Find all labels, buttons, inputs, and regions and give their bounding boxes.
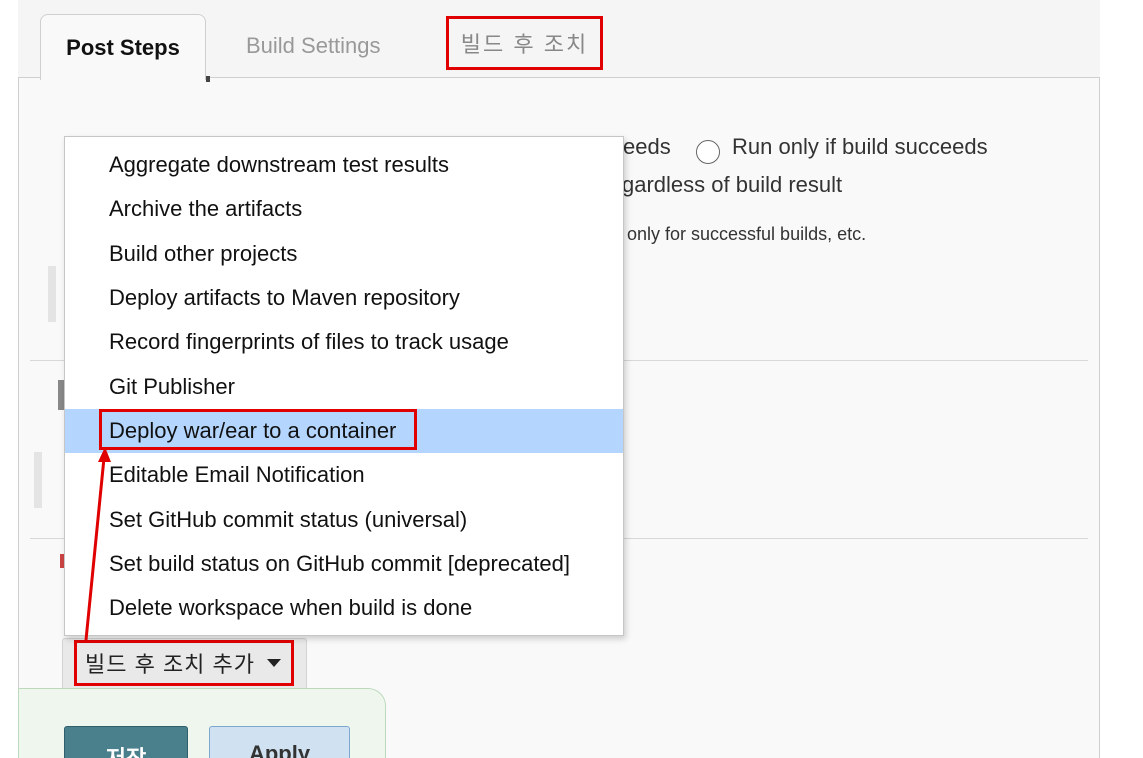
add-post-build-action-label: 빌드 후 조치 추가 — [85, 652, 256, 677]
radio-icon[interactable] — [696, 140, 720, 164]
chevron-down-icon — [267, 659, 282, 667]
add-post-build-action-button[interactable]: 빌드 후 조치 추가 — [74, 640, 294, 686]
apply-button[interactable]: Apply — [209, 726, 350, 758]
help-text-partial: only for successful builds, etc. — [627, 224, 867, 244]
menu-item-aggregate-test-results[interactable]: Aggregate downstream test results — [65, 143, 623, 187]
menu-item-github-commit-status[interactable]: Set GitHub commit status (universal) — [65, 497, 623, 541]
post-build-actions-menu: Aggregate downstream test results Archiv… — [64, 136, 624, 636]
menu-item-build-other-projects[interactable]: Build other projects — [65, 232, 623, 276]
radio-label-regardless-partial: gardless of build result — [622, 172, 843, 197]
menu-item-archive-artifacts[interactable]: Archive the artifacts — [65, 187, 623, 231]
menu-item-deploy-maven[interactable]: Deploy artifacts to Maven repository — [65, 276, 623, 320]
radio-label-run-if-success: Run only if build succeeds — [732, 134, 988, 159]
tab-post-build-actions[interactable]: 빌드 후 조치 — [446, 16, 603, 70]
tab-marker — [206, 76, 210, 82]
menu-item-email-notification[interactable]: Editable Email Notification — [65, 453, 623, 497]
tab-build-settings[interactable]: Build Settings — [246, 14, 381, 78]
section-gutter — [48, 266, 56, 322]
menu-item-git-publisher[interactable]: Git Publisher — [65, 364, 623, 408]
menu-item-deploy-war-ear[interactable]: Deploy war/ear to a container — [65, 408, 623, 454]
save-button[interactable]: 저장 — [64, 726, 188, 758]
section-gutter — [34, 452, 42, 508]
menu-item-github-build-status-deprecated[interactable]: Set build status on GitHub commit [depre… — [65, 542, 623, 586]
menu-item-delete-workspace[interactable]: Delete workspace when build is done — [65, 586, 623, 630]
menu-item-record-fingerprints[interactable]: Record fingerprints of files to track us… — [65, 320, 623, 364]
tab-post-steps[interactable]: Post Steps — [40, 14, 206, 80]
